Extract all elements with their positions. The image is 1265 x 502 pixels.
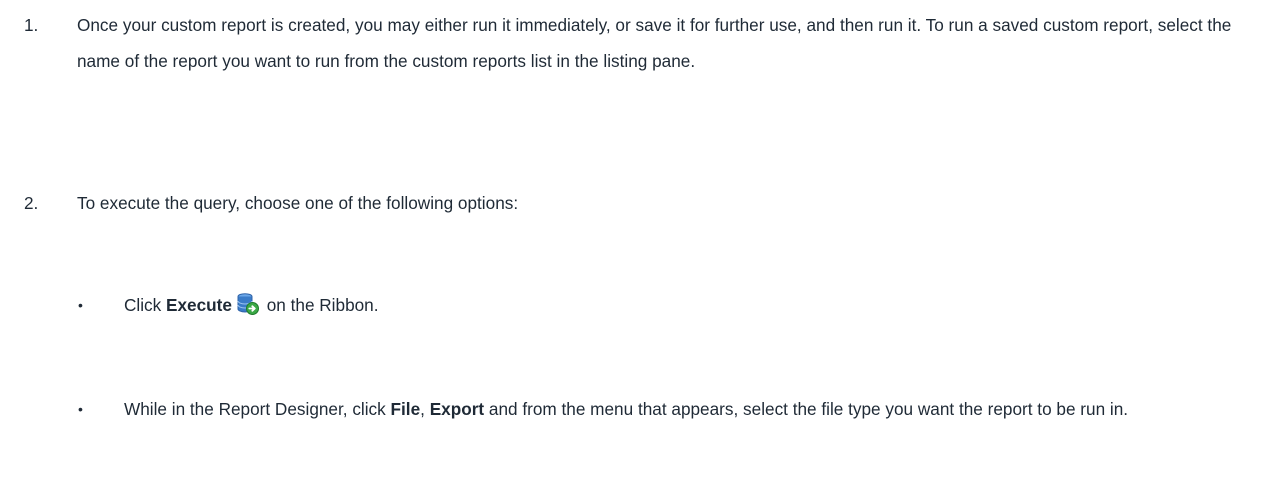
separator: , — [420, 399, 430, 419]
option-prefix: Click — [124, 295, 167, 315]
option-prefix: While in the Report Designer, click — [124, 399, 391, 419]
execute-database-icon — [236, 292, 260, 328]
step-number: 2. — [24, 193, 39, 213]
document: 1. Once your custom report is created, y… — [0, 0, 1265, 502]
step-text: Once your custom report is created, you … — [77, 15, 1232, 71]
execute-label: Execute — [166, 295, 232, 315]
option-text: While in the Report Designer, click File… — [124, 391, 1244, 427]
bullet-marker: • — [78, 401, 83, 417]
option-suffix: and from the menu that appears, select t… — [484, 399, 1129, 419]
option-suffix: on the Ribbon. — [261, 295, 379, 315]
export-label: Export — [429, 399, 485, 419]
bullet-marker: • — [78, 297, 83, 313]
step-text: To execute the query, choose one of the … — [77, 193, 519, 213]
option-text: Click Execute on the Ribbon. — [124, 287, 1244, 328]
file-label: File — [390, 399, 421, 419]
step-number: 1. — [24, 15, 39, 35]
